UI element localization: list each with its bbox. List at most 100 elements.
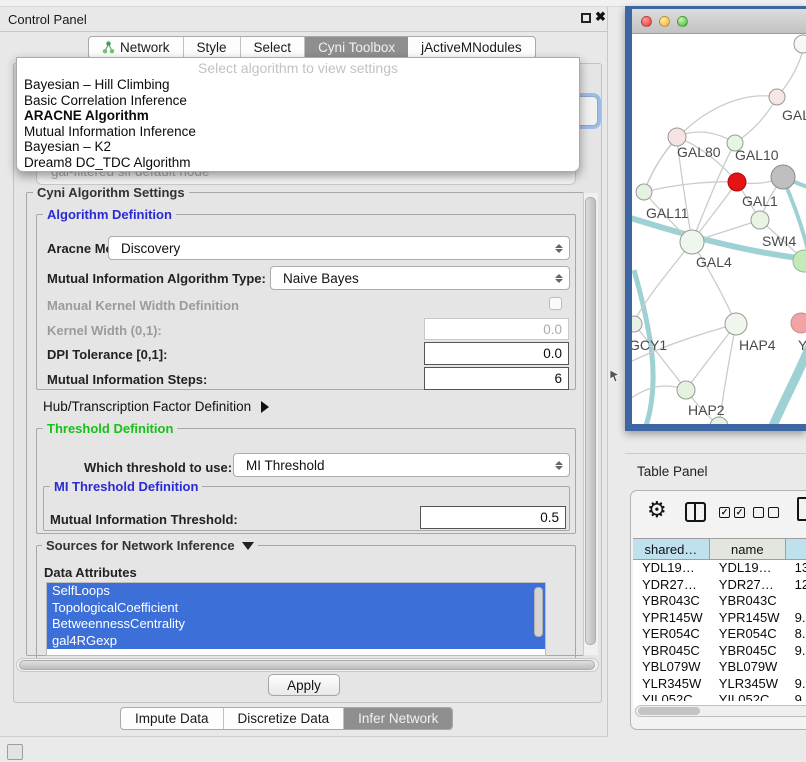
manual-kernel-checkbox[interactable] — [549, 297, 562, 310]
mi-steps-label: Mutual Information Steps: — [47, 372, 207, 387]
combo-spinner-icon — [555, 454, 563, 476]
select-all-columns-icon[interactable]: ✓✓ — [719, 507, 745, 518]
kernel-width-field[interactable]: 0.0 — [424, 318, 569, 340]
network-node-y[interactable] — [791, 313, 806, 333]
export-table-icon[interactable] — [797, 497, 806, 521]
expand-arrow-icon[interactable] — [261, 401, 269, 413]
network-edge[interactable] — [644, 182, 737, 192]
network-node[interactable] — [710, 417, 728, 424]
threshold-definition-title: Threshold Definition — [43, 421, 177, 436]
mi-steps-field[interactable]: 6 — [424, 367, 569, 390]
attribute-item[interactable]: BetweennessCentrality — [47, 616, 545, 633]
tab-select[interactable]: Select — [241, 37, 306, 58]
zoom-traffic-light-icon[interactable] — [677, 16, 688, 27]
data-attributes-label: Data Attributes — [44, 565, 137, 580]
algorithm-option[interactable]: Basic Correlation Inference — [17, 93, 579, 109]
close-traffic-light-icon[interactable] — [641, 16, 652, 27]
algorithm-option[interactable]: Mutual Information Inference — [17, 124, 579, 140]
bottom-tab-infer-network[interactable]: Infer Network — [344, 708, 452, 729]
cyni-algorithm-settings-title: Cyni Algorithm Settings — [33, 185, 189, 200]
table-row[interactable]: YDR27…YDR27…12 — [633, 577, 806, 594]
column-header[interactable] — [786, 539, 806, 559]
network-node-gal[interactable] — [769, 89, 785, 105]
float-window-icon[interactable] — [581, 13, 591, 23]
node-label: GAL — [782, 107, 806, 123]
table-horizontal-scrollbar[interactable] — [635, 705, 806, 717]
table-row[interactable]: YPR145WYPR145W9. — [633, 610, 806, 627]
network-node[interactable] — [794, 35, 806, 53]
hub-definition-row[interactable]: Hub/Transcription Factor Definition — [43, 399, 269, 414]
network-view-window[interactable]: GALGAL80GAL10GAL1GAL11GAL4SWI4GCY1HAP4YH… — [625, 6, 806, 431]
aracne-mode-combo[interactable]: Discovery — [108, 236, 570, 260]
mi-threshold-group-title: MI Threshold Definition — [50, 479, 202, 494]
mi-type-combo[interactable]: Naive Bayes — [270, 266, 570, 290]
column-header[interactable]: name — [710, 539, 786, 559]
network-edge[interactable] — [777, 46, 804, 97]
node-label: HAP4 — [739, 337, 776, 353]
bottom-tab-discretize-data[interactable]: Discretize Data — [224, 708, 345, 729]
tab-network[interactable]: Network — [89, 37, 184, 58]
bottom-tab-impute-data[interactable]: Impute Data — [121, 708, 224, 729]
table-panel-card: ⚙ ✓✓ shared…name YDL19…YDL19…13YDR27…YDR… — [630, 490, 806, 730]
settings-vertical-scrollbar-thumb[interactable] — [585, 197, 596, 645]
attribute-item[interactable]: TopologicalCoefficient — [47, 600, 545, 617]
network-node-hap4[interactable] — [725, 313, 747, 335]
algorithm-option[interactable]: Bayesian – K2 — [17, 139, 579, 155]
table-cell: YBL079W — [633, 659, 710, 676]
gear-icon[interactable]: ⚙ — [647, 499, 667, 521]
dpi-tolerance-field[interactable]: 0.0 — [424, 342, 569, 365]
split-columns-icon[interactable] — [685, 502, 706, 522]
network-node[interactable] — [728, 173, 746, 191]
tab-style[interactable]: Style — [184, 37, 241, 58]
data-attributes-list[interactable]: SelfLoopsTopologicalCoefficientBetweenne… — [46, 582, 546, 656]
settings-horizontal-scrollbar-thumb[interactable] — [19, 660, 595, 670]
table-cell: YER054C — [710, 626, 786, 643]
sources-group-title: Sources for Network Inference — [46, 538, 235, 553]
network-edge[interactable] — [686, 324, 736, 390]
tab-label: jActiveMNodules — [421, 40, 522, 55]
table-row[interactable]: YBR043CYBR043C — [633, 593, 806, 610]
table-row[interactable]: YBR045CYBR045C9. — [633, 643, 806, 660]
tab-label: Select — [254, 40, 292, 55]
algorithm-option[interactable]: Bayesian – Hill Climbing — [17, 77, 579, 93]
which-threshold-label: Which threshold to use: — [84, 460, 232, 475]
network-node-swi4[interactable] — [793, 250, 806, 272]
sources-group-title-row[interactable]: Sources for Network Inference — [42, 538, 258, 553]
network-node-hap2[interactable] — [677, 381, 695, 399]
table-row[interactable]: YBL079WYBL079W — [633, 659, 806, 676]
table-row[interactable]: YDL19…YDL19…13 — [633, 560, 806, 577]
which-threshold-combo[interactable]: MI Threshold — [233, 453, 570, 477]
network-node-gal11[interactable] — [636, 184, 652, 200]
apply-button[interactable]: Apply — [268, 674, 340, 696]
network-canvas[interactable]: GALGAL80GAL10GAL1GAL11GAL4SWI4GCY1HAP4YH… — [632, 34, 806, 424]
attributes-list-scrollbar[interactable] — [534, 587, 543, 637]
attribute-item[interactable]: gal4RGexp — [47, 633, 545, 650]
tab-jactivemnodules[interactable]: jActiveMNodules — [408, 37, 535, 58]
table-row[interactable]: YLR345WYLR345W9. — [633, 676, 806, 693]
mi-type-value: Naive Bayes — [283, 271, 359, 286]
column-header[interactable]: shared… — [633, 539, 710, 559]
network-edge[interactable] — [735, 97, 777, 143]
algorithm-option[interactable]: ARACNE Algorithm — [17, 108, 579, 124]
table-row[interactable]: YER054CYER054C8. — [633, 626, 806, 643]
network-node[interactable] — [771, 165, 795, 189]
mi-threshold-field[interactable]: 0.5 — [420, 506, 566, 529]
network-node-gcy1[interactable] — [632, 316, 642, 332]
node-label: GAL10 — [735, 147, 779, 163]
close-icon[interactable]: ✖ — [595, 9, 606, 25]
node-label: GAL1 — [742, 193, 778, 209]
collapse-arrow-icon[interactable] — [242, 542, 254, 550]
attribute-item[interactable]: SelfLoops — [47, 583, 545, 600]
tab-cyni-toolbox[interactable]: Cyni Toolbox — [305, 37, 408, 58]
deselect-all-columns-icon[interactable] — [753, 507, 779, 518]
table-row[interactable]: YIL052CYIL052C9. — [633, 692, 806, 701]
network-node-gal1[interactable] — [751, 211, 769, 229]
panel-resize-handle[interactable] — [7, 744, 23, 760]
algorithm-option[interactable]: Dream8 DC_TDC Algorithm — [17, 155, 579, 171]
minimize-traffic-light-icon[interactable] — [659, 16, 670, 27]
network-window-titlebar[interactable] — [632, 9, 806, 34]
table-horizontal-scrollbar-thumb[interactable] — [638, 707, 700, 715]
network-edge[interactable] — [644, 137, 677, 192]
network-node-gal4[interactable] — [680, 230, 704, 254]
algorithm-dropdown-popup: Select algorithm to view settings Bayesi… — [16, 57, 580, 172]
